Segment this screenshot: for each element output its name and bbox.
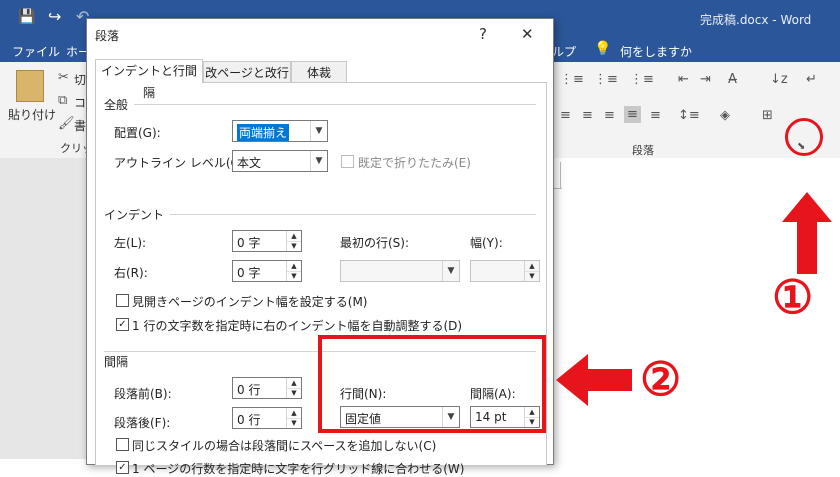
indent-left-spinner[interactable]: 0 字 ▲ ▼ (232, 230, 302, 252)
indent-width-spinner[interactable]: ▲ ▼ (470, 260, 540, 282)
spin-down-icon[interactable]: ▼ (287, 271, 301, 281)
paste-icon[interactable] (16, 70, 44, 102)
space-before-label: 段落前(B): (114, 387, 172, 401)
snap-to-grid-label: 1 ページの行数を指定時に文字を行グリッド線に合わせる(W) (132, 462, 465, 476)
section-general-header: 全般 (104, 96, 135, 113)
section-separator (104, 104, 536, 105)
page-margin-mark (560, 162, 561, 188)
help-button[interactable]: ? (479, 25, 487, 43)
format-painter-icon[interactable]: 🖌 (58, 116, 75, 131)
indent-left-value: 0 字 (237, 236, 261, 250)
tab-asian-typography[interactable]: 体裁 (291, 61, 347, 83)
chevron-down-icon: ▼ (310, 151, 327, 171)
section-indent-header: インデント (104, 206, 171, 223)
borders-icon[interactable]: ⊞ (762, 108, 773, 123)
format-painter-button[interactable]: 書 (74, 117, 86, 134)
space-after-value: 0 行 (237, 413, 261, 427)
numbering-icon[interactable]: ⋮≡ (594, 72, 618, 87)
first-line-label: 最初の行(S): (340, 236, 410, 250)
alignment-value: 両端揃え (237, 124, 290, 141)
outline-level-value: 本文 (237, 156, 262, 170)
spin-down-icon[interactable]: ▼ (287, 418, 301, 428)
space-after-spinner[interactable]: 0 行 ▲ ▼ (232, 407, 302, 429)
annotation-marker-1: ① (772, 270, 814, 324)
chevron-down-icon: ▼ (310, 121, 327, 141)
decrease-indent-icon[interactable]: ⇤ (678, 72, 689, 87)
dialog-title: 段落 (95, 29, 120, 43)
cut-button[interactable]: 切 (74, 71, 86, 88)
highlight-box-line-spacing (318, 335, 546, 433)
no-space-same-style-label: 同じスタイルの場合は段落間にスペースを追加しない(C) (132, 439, 437, 453)
auto-adjust-checkbox[interactable]: ✓ (116, 318, 129, 331)
highlight-circle-launcher (785, 118, 823, 156)
line-spacing-icon[interactable]: ↕≡ (678, 108, 700, 123)
space-before-spinner[interactable]: 0 行 ▲ ▼ (232, 377, 302, 399)
chevron-down-icon: ▼ (442, 261, 459, 281)
outline-level-select[interactable]: 本文 ▼ (232, 150, 328, 172)
window-title: 完成稿.docx - Word (700, 13, 812, 27)
first-line-select[interactable]: ▼ (340, 260, 460, 282)
outline-level-label: アウトライン レベル(O): (114, 156, 249, 170)
multilevel-list-icon[interactable]: ⋮≡ (630, 72, 654, 87)
no-space-same-style-checkbox[interactable] (116, 438, 129, 451)
sort-icon[interactable]: ↓z (770, 72, 788, 87)
indent-left-label: 左(L): (114, 236, 147, 250)
arrow-up-icon (782, 192, 832, 274)
tell-me-search[interactable]: 何をしますか (620, 43, 692, 60)
indent-right-label: 右(R): (114, 266, 148, 280)
auto-adjust-label: 1 行の文字数を指定時に右のインデント幅を自動調整する(D) (132, 319, 463, 333)
paste-button[interactable]: 貼り付け (8, 106, 56, 123)
align-right-icon[interactable]: ≡ (604, 108, 615, 123)
space-after-label: 段落後(F): (114, 416, 171, 430)
snap-to-grid-checkbox[interactable]: ✓ (116, 461, 129, 474)
alignment-label: 配置(G): (114, 126, 161, 140)
redo-icon[interactable]: ↪ (48, 7, 61, 26)
indent-right-spinner[interactable]: 0 字 ▲ ▼ (232, 260, 302, 282)
collapse-default-label: 既定で折りたたみ(E) (358, 156, 471, 170)
width-label: 幅(Y): (470, 236, 503, 250)
align-center-icon[interactable]: ≡ (582, 108, 593, 123)
tab-line-page-breaks[interactable]: 改ページと改行 (203, 61, 291, 83)
space-before-value: 0 行 (237, 383, 261, 397)
show-marks-icon[interactable]: ↵ (806, 72, 817, 87)
paragraph-group-label: 段落 (632, 144, 654, 157)
distributed-icon[interactable]: ≡ (650, 108, 661, 123)
collapse-default-checkbox[interactable] (341, 155, 354, 168)
asian-layout-icon[interactable]: A̶ (728, 72, 737, 87)
arrow-left-icon (556, 354, 632, 406)
copy-icon[interactable]: ⧉ (58, 93, 67, 108)
increase-indent-icon[interactable]: ⇥ (700, 72, 711, 87)
spin-down-icon[interactable]: ▼ (287, 388, 301, 398)
indent-right-value: 0 字 (237, 266, 261, 280)
lightbulb-icon: 💡 (594, 41, 612, 57)
mirror-indents-label: 見開きページのインデント幅を設定する(M) (132, 295, 368, 309)
bullets-icon[interactable]: ⋮≡ (560, 72, 584, 87)
align-left-icon[interactable]: ≡ (560, 108, 571, 123)
tab-indents-spacing[interactable]: インデントと行間隔 (95, 59, 203, 100)
close-button[interactable]: ✕ (521, 25, 534, 43)
mirror-indents-checkbox[interactable] (116, 294, 129, 307)
tab-file[interactable]: ファイル (12, 43, 60, 60)
shading-icon[interactable]: ◈ (720, 108, 730, 123)
alignment-select[interactable]: 両端揃え ▼ (232, 120, 328, 142)
tab-help[interactable]: ルプ (552, 43, 576, 60)
section-spacing-header: 間隔 (104, 353, 135, 370)
cut-icon[interactable]: ✂ (58, 70, 69, 85)
spin-down-icon[interactable]: ▼ (287, 241, 301, 251)
save-icon[interactable]: 💾 (18, 9, 35, 25)
spin-down-icon[interactable]: ▼ (525, 271, 539, 281)
annotation-marker-2: ② (640, 352, 682, 406)
justify-icon[interactable]: ≡ (624, 106, 641, 123)
